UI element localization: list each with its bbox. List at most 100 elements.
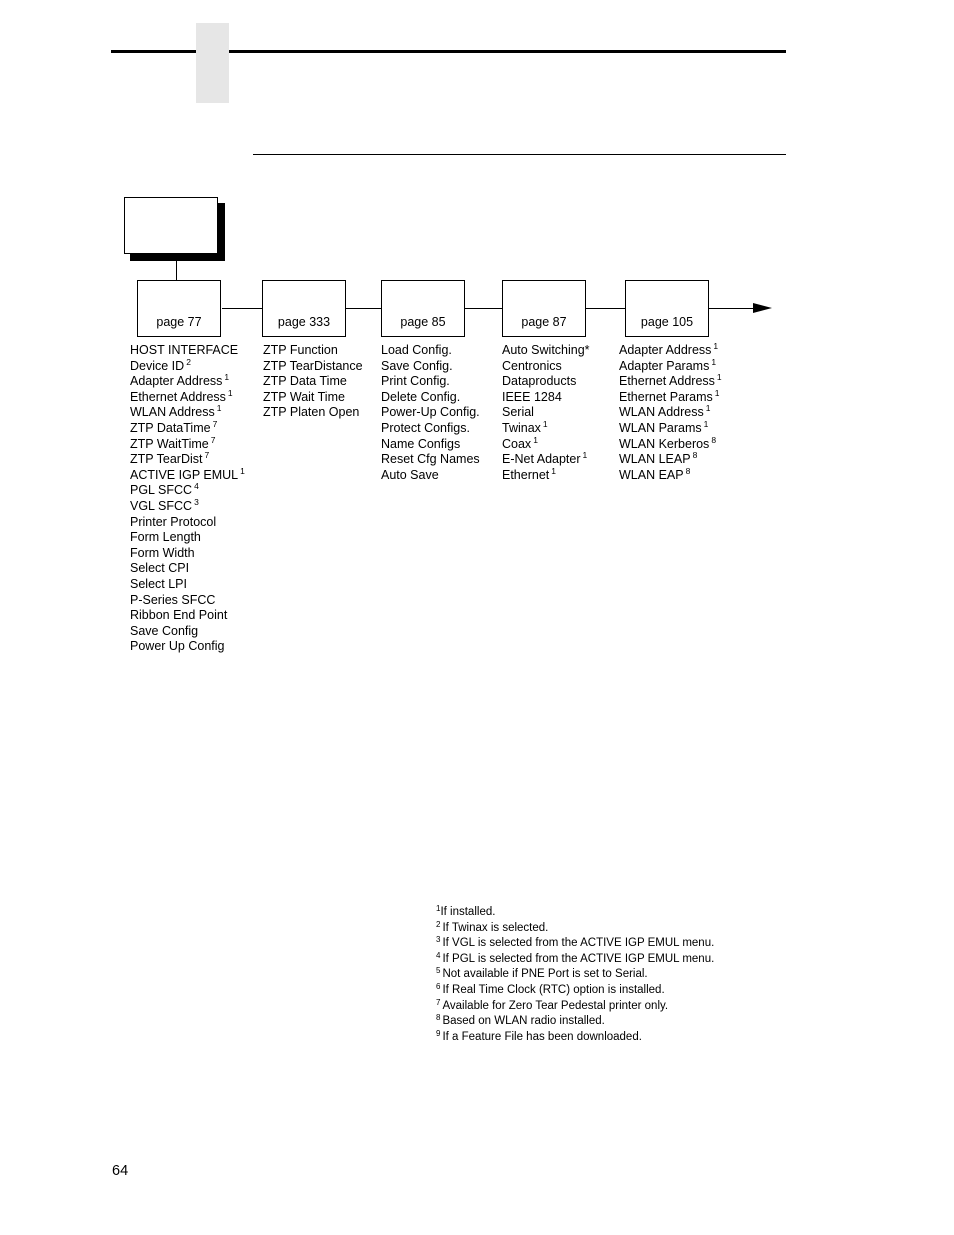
menu-item-label: Print Config.	[381, 374, 450, 389]
menu-item-label: WLAN Address	[619, 405, 704, 420]
connector-line	[346, 308, 381, 309]
menu-item: ZTP TearDist 7	[130, 450, 245, 468]
menu-item: Coax 1	[502, 435, 590, 453]
menu-item-label: ZTP Function	[263, 343, 338, 357]
footnote-text: If PGL is selected from the ACTIVE IGP E…	[442, 952, 715, 965]
menu-item: WLAN Kerberos 8	[619, 434, 722, 453]
menu-item: Protect Configs.	[381, 421, 480, 437]
connector-line	[222, 308, 262, 309]
footnote-ref: 8	[685, 465, 691, 476]
menu-item: Adapter Address 1	[619, 341, 722, 359]
menu-item: ZTP DataTime 7	[130, 420, 245, 437]
footnote-text: If Real Time Clock (RTC) option is insta…	[442, 983, 665, 996]
menu-item-label: ZTP TearDistance	[263, 358, 363, 373]
footnote-ref: 1	[224, 372, 230, 383]
footnote-ref: 1	[551, 465, 556, 476]
root-connector	[176, 254, 177, 281]
menu-item-label: Ethernet Params	[619, 389, 713, 404]
footnote-ref: 1	[703, 418, 709, 429]
footnote-ref: 1	[582, 450, 588, 461]
footnote-ref: 8	[711, 434, 717, 445]
menu-item: Centronics	[502, 359, 590, 375]
footnote-number: 3	[436, 935, 441, 945]
menu-item: WLAN Params 1	[619, 418, 722, 437]
menu-item: Form Length	[130, 530, 245, 546]
menu-item: Reset Cfg Names	[381, 452, 480, 468]
menu-item-label: WLAN Params	[619, 420, 702, 435]
menu-item: Save Config	[130, 624, 245, 640]
menu-item: Select LPI	[130, 577, 245, 593]
footnote-ref: 1	[705, 403, 711, 414]
menu-item-label: Form Length	[130, 530, 201, 545]
menu-item-label: Protect Configs.	[381, 420, 470, 435]
menu-item-label: Adapter Address	[130, 374, 223, 389]
menu-item-label: Name Configs	[381, 436, 461, 451]
menu-item-label: ZTP DataTime	[130, 420, 211, 435]
menu-item: Form Width	[130, 546, 245, 562]
footnote-ref: 1	[240, 465, 245, 476]
menu-item-label: WLAN Kerberos	[619, 436, 710, 451]
chapter-tab	[196, 23, 229, 103]
menu-item-label: Adapter Params	[619, 358, 710, 373]
menu-item-label: Serial	[502, 405, 534, 420]
menu-items-column-2: ZTP Function ZTP TearDistance ZTP Data Tim…	[263, 343, 363, 421]
menu-item-label: Save Config	[130, 623, 199, 638]
footnote-ref: 1	[714, 387, 720, 398]
footnote-text: If a Feature File has been downloaded.	[442, 1030, 642, 1043]
footnote: 8 Based on WLAN radio installed.	[436, 1014, 714, 1030]
menu-node-3: page 85	[381, 280, 465, 337]
footnote-text: Based on WLAN radio installed.	[442, 1015, 605, 1028]
menu-item-label: Select CPI	[130, 561, 190, 576]
menu-item: Delete Config.	[381, 390, 480, 406]
menu-item: WLAN LEAP 8	[619, 450, 722, 468]
menu-item-label: Delete Config.	[381, 389, 461, 404]
menu-item: Name Configs	[381, 437, 480, 453]
menu-item-label: E-Net Adapter	[502, 452, 581, 467]
menu-item-label: Load Config.	[381, 343, 452, 357]
footnotes: 1If installed. 2 If Twinax is selected. 3 If…	[436, 905, 714, 1045]
menu-item-label: Dataproducts	[502, 374, 577, 389]
footnote-text: Available for Zero Tear Pedestal printer…	[442, 999, 669, 1012]
footnote-number: 4	[436, 950, 441, 960]
menu-item: Ribbon End Point	[130, 608, 245, 624]
footnote-text: If installed.	[440, 906, 496, 918]
menu-items-column-4: Auto Switching* Centronics Dataproducts IEE…	[502, 343, 590, 483]
root-menu-box	[124, 197, 218, 254]
menu-item-label: Power Up Config	[130, 639, 225, 654]
footnote-ref: 7	[204, 450, 210, 461]
connector-line	[465, 308, 502, 309]
menu-item: ZTP Wait Time	[263, 390, 363, 406]
menu-item-label: Ethernet	[502, 467, 550, 482]
menu-item-label: HOST INTERFACE	[130, 343, 239, 357]
footnote-number: 2	[436, 919, 441, 929]
footnote-ref: 8	[692, 450, 698, 461]
footnote-ref: 1	[713, 341, 719, 351]
menu-item-label: ZTP Platen Open	[263, 405, 360, 420]
footnote-ref: 2	[186, 356, 191, 367]
footnote-number: 7	[436, 997, 441, 1007]
menu-item-label: Ethernet Address	[130, 389, 226, 404]
menu-item-label: Adapter Address	[619, 343, 712, 357]
connector-line	[709, 308, 755, 309]
menu-node-1: page 77	[137, 280, 221, 337]
menu-item: PGL SFCC 4	[130, 482, 245, 499]
node-page-ref: page 77	[156, 315, 202, 329]
footnote: 7 Available for Zero Tear Pedestal printe…	[436, 997, 714, 1015]
footnote: 9 If a Feature File has been downloaded.	[436, 1029, 714, 1046]
menu-item-label: WLAN Address	[130, 405, 215, 420]
menu-item-label: Save Config.	[381, 358, 453, 373]
footnote: 5 Not available if PNE Port is set to Ser…	[436, 967, 714, 983]
footnote: 1If installed.	[436, 905, 714, 921]
menu-item: Twinax 1	[502, 420, 590, 437]
menu-node-5: page 105	[625, 280, 709, 337]
menu-node-2: page 333	[262, 280, 346, 337]
menu-item-label: Device ID	[130, 358, 185, 373]
menu-item-label: ZTP WaitTime	[130, 436, 209, 451]
arrow-right-icon	[753, 303, 772, 313]
menu-item: ZTP Data Time	[263, 374, 363, 390]
menu-item-label: WLAN EAP	[619, 467, 684, 482]
menu-item-label: Auto Save	[381, 467, 439, 482]
footnote-text: If Twinax is selected.	[442, 921, 549, 934]
footnote-number: 6	[436, 981, 441, 991]
footnote-ref: 1	[716, 372, 722, 383]
